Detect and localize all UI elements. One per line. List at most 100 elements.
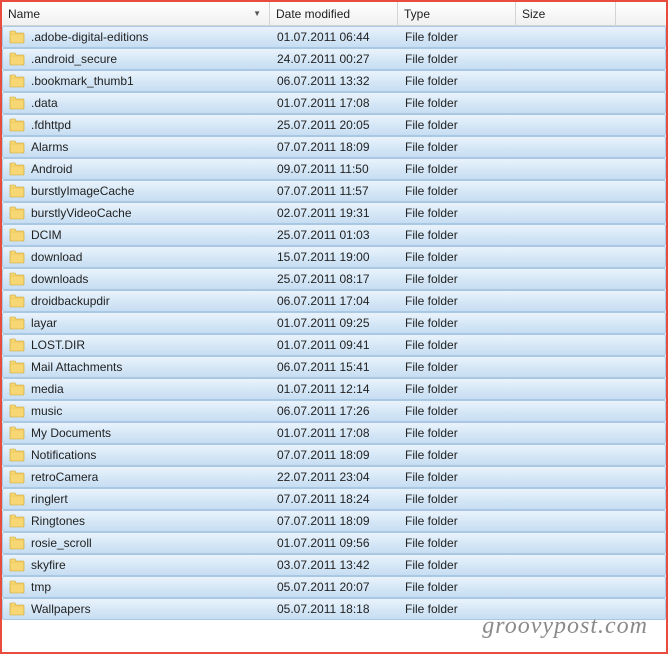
file-name-label: download bbox=[31, 250, 82, 264]
file-date-cell: 24.07.2011 00:27 bbox=[271, 52, 399, 66]
file-type-cell: File folder bbox=[399, 448, 517, 462]
file-name-cell: music bbox=[3, 404, 271, 418]
file-date-cell: 07.07.2011 18:24 bbox=[271, 492, 399, 506]
file-name-cell: downloads bbox=[3, 272, 271, 286]
file-row[interactable]: My Documents01.07.2011 17:08File folder bbox=[2, 422, 666, 444]
file-row[interactable]: Alarms07.07.2011 18:09File folder bbox=[2, 136, 666, 158]
file-row[interactable]: LOST.DIR01.07.2011 09:41File folder bbox=[2, 334, 666, 356]
folder-icon bbox=[9, 448, 25, 462]
file-type-cell: File folder bbox=[399, 536, 517, 550]
file-row[interactable]: retroCamera22.07.2011 23:04File folder bbox=[2, 466, 666, 488]
column-header-size-label: Size bbox=[522, 7, 545, 21]
file-row[interactable]: ringlert 07.07.2011 18:24File folder bbox=[2, 488, 666, 510]
file-type-cell: File folder bbox=[399, 74, 517, 88]
file-row[interactable]: burstlyImageCache07.07.2011 11:57File fo… bbox=[2, 180, 666, 202]
file-name-cell: .android_secure bbox=[3, 52, 271, 66]
folder-icon bbox=[9, 206, 25, 220]
file-row[interactable]: DCIM25.07.2011 01:03File folder bbox=[2, 224, 666, 246]
file-date-cell: 06.07.2011 17:04 bbox=[271, 294, 399, 308]
column-header-date[interactable]: Date modified bbox=[270, 2, 398, 25]
file-date-cell: 09.07.2011 11:50 bbox=[271, 162, 399, 176]
file-row[interactable]: .fdhttpd25.07.2011 20:05File folder bbox=[2, 114, 666, 136]
file-type-cell: File folder bbox=[399, 316, 517, 330]
file-row[interactable]: burstlyVideoCache 02.07.2011 19:31File fo… bbox=[2, 202, 666, 224]
file-row[interactable]: skyfire03.07.2011 13:42File folder bbox=[2, 554, 666, 576]
file-name-label: DCIM bbox=[31, 228, 62, 242]
file-name-cell: download bbox=[3, 250, 271, 264]
file-date-cell: 02.07.2011 19:31 bbox=[271, 206, 399, 220]
file-row[interactable]: Notifications07.07.2011 18:09File folder bbox=[2, 444, 666, 466]
file-date-cell: 01.07.2011 17:08 bbox=[271, 96, 399, 110]
file-row[interactable]: download15.07.2011 19:00File folder bbox=[2, 246, 666, 268]
file-name-cell: .bookmark_thumb1 bbox=[3, 74, 271, 88]
file-row[interactable]: music 06.07.2011 17:26File folder bbox=[2, 400, 666, 422]
file-name-label: Wallpapers bbox=[31, 602, 91, 616]
file-name-label: skyfire bbox=[31, 558, 66, 572]
file-date-cell: 06.07.2011 17:26 bbox=[271, 404, 399, 418]
column-header-type[interactable]: Type bbox=[398, 2, 516, 25]
file-name-label: Notifications bbox=[31, 448, 96, 462]
file-name-cell: Notifications bbox=[3, 448, 271, 462]
file-row[interactable]: .bookmark_thumb106.07.2011 13:32File fol… bbox=[2, 70, 666, 92]
file-date-cell: 01.07.2011 06:44 bbox=[271, 30, 399, 44]
file-type-cell: File folder bbox=[399, 514, 517, 528]
file-name-cell: .data bbox=[3, 96, 271, 110]
file-date-cell: 03.07.2011 13:42 bbox=[271, 558, 399, 572]
file-name-label: .adobe-digital-editions bbox=[31, 30, 148, 44]
file-row[interactable]: Mail Attachments06.07.2011 15:41File fol… bbox=[2, 356, 666, 378]
file-type-cell: File folder bbox=[399, 272, 517, 286]
file-type-cell: File folder bbox=[399, 492, 517, 506]
file-type-cell: File folder bbox=[399, 96, 517, 110]
file-row[interactable]: layar01.07.2011 09:25File folder bbox=[2, 312, 666, 334]
file-name-cell: skyfire bbox=[3, 558, 271, 572]
file-name-cell: My Documents bbox=[3, 426, 271, 440]
file-row[interactable]: Ringtones07.07.2011 18:09File folder bbox=[2, 510, 666, 532]
file-row[interactable]: .android_secure 24.07.2011 00:27File fold… bbox=[2, 48, 666, 70]
file-name-label: Android bbox=[31, 162, 72, 176]
file-name-label: .bookmark_thumb1 bbox=[31, 74, 134, 88]
column-header-size[interactable]: Size bbox=[516, 2, 616, 25]
file-row[interactable]: tmp05.07.2011 20:07File folder bbox=[2, 576, 666, 598]
file-type-cell: File folder bbox=[399, 404, 517, 418]
column-header-name[interactable]: Name ▼ bbox=[2, 2, 270, 25]
file-date-cell: 07.07.2011 18:09 bbox=[271, 140, 399, 154]
file-name-label: .data bbox=[31, 96, 58, 110]
file-type-cell: File folder bbox=[399, 30, 517, 44]
file-row[interactable]: .adobe-digital-editions 01.07.2011 06:44F… bbox=[2, 26, 666, 48]
folder-icon bbox=[9, 316, 25, 330]
file-name-label: ringlert bbox=[31, 492, 68, 506]
file-name-label: LOST.DIR bbox=[31, 338, 85, 352]
folder-icon bbox=[9, 470, 25, 484]
folder-icon bbox=[9, 162, 25, 176]
file-name-cell: ringlert bbox=[3, 492, 271, 506]
file-row[interactable]: rosie_scroll01.07.2011 09:56File folder bbox=[2, 532, 666, 554]
file-name-label: Alarms bbox=[31, 140, 68, 154]
file-type-cell: File folder bbox=[399, 206, 517, 220]
file-type-cell: File folder bbox=[399, 426, 517, 440]
file-name-label: Ringtones bbox=[31, 514, 85, 528]
file-name-label: tmp bbox=[31, 580, 51, 594]
file-row[interactable]: droidbackupdir06.07.2011 17:04File folde… bbox=[2, 290, 666, 312]
file-row[interactable]: Android09.07.2011 11:50File folder bbox=[2, 158, 666, 180]
file-date-cell: 01.07.2011 09:25 bbox=[271, 316, 399, 330]
file-name-label: .android_secure bbox=[31, 52, 117, 66]
file-name-label: Mail Attachments bbox=[31, 360, 122, 374]
file-row[interactable]: media01.07.2011 12:14File folder bbox=[2, 378, 666, 400]
watermark-text: groovypost.com bbox=[482, 613, 648, 640]
file-name-label: music bbox=[31, 404, 62, 418]
file-name-cell: Android bbox=[3, 162, 271, 176]
folder-icon bbox=[9, 250, 25, 264]
file-name-label: retroCamera bbox=[31, 470, 98, 484]
file-date-cell: 15.07.2011 19:00 bbox=[271, 250, 399, 264]
folder-icon bbox=[9, 272, 25, 286]
file-name-label: burstlyVideoCache bbox=[31, 206, 132, 220]
file-date-cell: 01.07.2011 12:14 bbox=[271, 382, 399, 396]
folder-icon bbox=[9, 118, 25, 132]
file-type-cell: File folder bbox=[399, 52, 517, 66]
file-row[interactable]: .data 01.07.2011 17:08File folder bbox=[2, 92, 666, 114]
file-name-label: media bbox=[31, 382, 64, 396]
file-name-cell: LOST.DIR bbox=[3, 338, 271, 352]
folder-icon bbox=[9, 338, 25, 352]
file-row[interactable]: downloads25.07.2011 08:17File folder bbox=[2, 268, 666, 290]
file-list[interactable]: .adobe-digital-editions01.07.2011 06:44F… bbox=[2, 26, 666, 620]
